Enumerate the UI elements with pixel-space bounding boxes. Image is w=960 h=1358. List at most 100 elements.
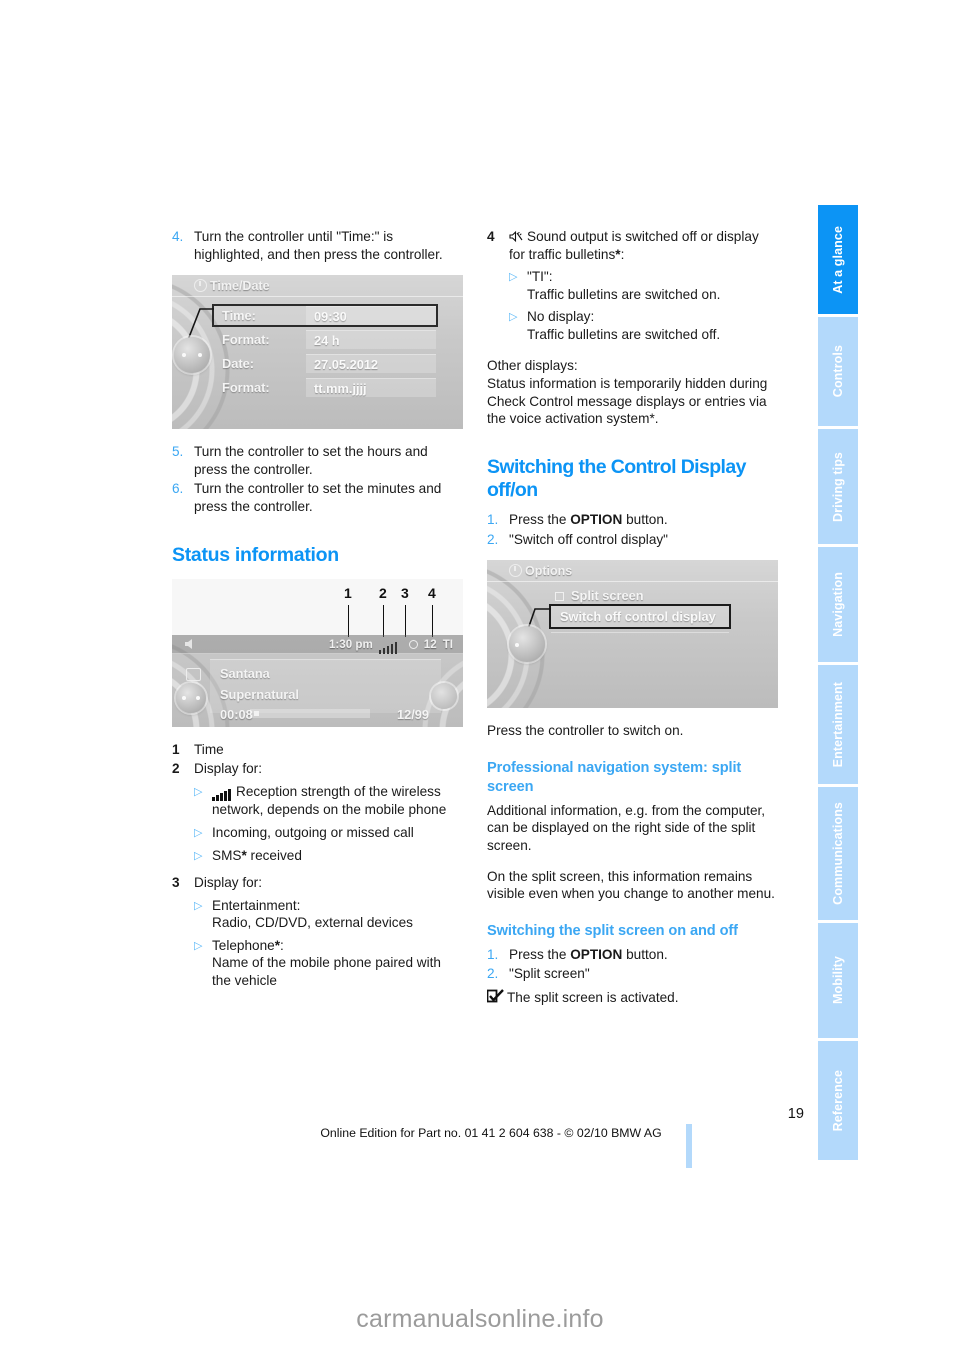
split-step-1-number: 1. <box>487 946 499 962</box>
prof-nav-paragraph-2: On the split screen, this information re… <box>487 868 775 902</box>
legend-2-bullet-1-text: Reception strength of the wireless netwo… <box>212 783 447 818</box>
triangle-bullet-icon: ▷ <box>194 785 203 798</box>
option-button-label: OPTION <box>570 511 623 527</box>
option-button-label-2: OPTION <box>570 946 623 962</box>
triangle-bullet-icon: ▷ <box>194 899 203 912</box>
step-5-text: Turn the controller to set the hours and… <box>194 444 428 477</box>
figure-time-date: Time/Date Time: 09:30 Format: 24 h Date:… <box>172 275 463 430</box>
split-step-2-number: 2. <box>487 966 499 982</box>
legend-2-number: 2 <box>172 761 180 777</box>
split-step-2: 2. "Split screen" <box>487 965 778 983</box>
idrive-controller-knob <box>174 337 210 374</box>
legend-2-bullet-1: ▷ Reception strength of the wireless net… <box>194 783 463 819</box>
callout-2: 2 <box>379 584 387 601</box>
legend-1-text: Time <box>194 741 224 757</box>
callout-tick-4 <box>432 604 434 637</box>
footer-edition-line: Online Edition for Part no. 01 41 2 604 … <box>320 1126 662 1140</box>
status-album: Supernatural <box>220 686 299 702</box>
legend-3-bullet-1: ▷ Entertainment: Radio, CD/DVD, external … <box>194 897 413 931</box>
step-4-number: 4. <box>172 229 184 244</box>
heading-status-information: Status information <box>172 543 339 566</box>
signal-bars-icon-inline <box>212 784 232 802</box>
switch-display-step-1: 1. Press the OPTION button. <box>487 511 778 529</box>
triangle-bullet-icon: ▷ <box>194 849 203 862</box>
page-footer: 19 Online Edition for Part no. 01 41 2 6… <box>172 1106 818 1140</box>
step-4: 4. Turn the controller until "Time:" is … <box>172 228 463 263</box>
split-step-1: 1. Press the OPTION button. <box>487 946 778 964</box>
legend-item-1: 1 Time <box>172 741 463 759</box>
step-6: 6. Turn the controller to set the minute… <box>172 480 463 515</box>
legend-2-bullet-2: ▷ Incoming, outgoing or missed call <box>194 824 463 842</box>
legend-item-4: 4 Sound output is switched off or displa… <box>487 229 759 262</box>
right-column: 4 Sound output is switched off or displa… <box>486 228 778 1008</box>
figure-status-numbers: 1 2 3 4 <box>172 585 463 603</box>
legend-item-3: 3 Display for: <box>172 874 463 892</box>
callout-tick-3 <box>405 604 407 637</box>
legend-4-number: 4 <box>487 229 495 244</box>
switch-display-step-1-number: 1. <box>487 511 499 527</box>
split-result-row: The split screen is activated. <box>486 989 778 1008</box>
sidebar-tab-entertainment[interactable]: Entertainment <box>818 665 858 787</box>
legend-2-bullet-2-text: Incoming, outgoing or missed call <box>212 824 414 840</box>
step-5: 5. Turn the controller to set the hours … <box>172 443 463 478</box>
callout-4: 4 <box>428 584 436 601</box>
sidebar-tab-at-a-glance[interactable]: At a glance <box>818 205 858 317</box>
step-5-number: 5. <box>172 444 184 460</box>
sidebar-tab-driving-tips[interactable]: Driving tips <box>818 429 858 547</box>
legend-3-text: Display for: <box>194 874 262 890</box>
idrive-side-button <box>431 682 457 709</box>
legend-item-2: 2 Display for: <box>172 760 463 778</box>
status-legend-list: 1 Time 2 Display for: ▷ Reception streng… <box>172 741 463 990</box>
audio-source-icon <box>185 638 192 649</box>
left-column: 4. Turn the controller until "Time:" is … <box>172 228 463 990</box>
status-track: 12/99 <box>396 706 429 722</box>
sidebar-tab-reference[interactable]: Reference <box>818 1041 858 1160</box>
other-displays-label: Other displays: <box>487 357 578 373</box>
legend-4-bullet-2: ▷ No display: Traffic bulletins are switc… <box>509 309 721 342</box>
switch-display-step-1-post: button. <box>622 511 668 527</box>
heading-professional-navigation: Professional navigation system: split sc… <box>487 759 742 795</box>
status-elapsed: 00:08 <box>220 706 253 722</box>
split-step-1-post: button. <box>622 946 668 962</box>
status-time: 1:30 pm <box>328 637 373 651</box>
checkmark-box-icon <box>486 989 507 1008</box>
sidebar-tab-communications[interactable]: Communications <box>818 787 858 923</box>
press-controller-text: Press the controller to switch on. <box>487 723 684 739</box>
callout-1: 1 <box>344 584 352 601</box>
legend-1-number: 1 <box>172 741 180 757</box>
triangle-bullet-icon: ▷ <box>509 271 518 284</box>
split-step-2-text: "Split screen" <box>509 966 590 982</box>
status-disc-number: 12 <box>423 637 437 651</box>
callout-tick-2 <box>383 604 385 637</box>
status-artist: Santana <box>220 665 270 681</box>
callout-tick-1 <box>348 604 350 637</box>
sidebar-tab-mobility[interactable]: Mobility <box>818 923 858 1041</box>
switch-display-step-2-text: "Switch off control display" <box>509 531 669 547</box>
mute-speaker-icon <box>509 230 523 243</box>
sidebar-tab-controls[interactable]: Controls <box>818 317 858 429</box>
sidebar-tab-navigation[interactable]: Navigation <box>818 547 858 665</box>
split-step-1-pre: Press the <box>509 946 571 962</box>
status-ti: TI <box>442 637 453 651</box>
watermark: carmanualsonline.info <box>356 1305 604 1333</box>
step-6-number: 6. <box>172 481 184 497</box>
legend-3-number: 3 <box>172 874 180 890</box>
switch-display-step-1-pre: Press the <box>509 511 571 527</box>
subheading-switching-split-screen: Switching the split screen on and off <box>487 922 738 939</box>
switch-display-step-2: 2. "Switch off control display" <box>487 531 778 549</box>
switch-display-step-2-number: 2. <box>487 531 499 547</box>
heading-switching-control-display: Switching the Control Display off/on <box>487 455 746 501</box>
figure-status-information: 1 2 3 4 1:30 pm 12 TI Santana Supernatur… <box>172 578 463 727</box>
step-6-text: Turn the controller to set the minutes a… <box>194 481 442 514</box>
legend-4-bullet-1: ▷ "TI": Traffic bulletins are switched on… <box>509 269 721 302</box>
page-number: 19 <box>787 1106 804 1122</box>
callout-3: 3 <box>401 584 409 601</box>
chapter-tab-strip: At a glance Controls Driving tips Naviga… <box>818 205 858 1163</box>
idrive-controller-knob-3 <box>509 626 545 663</box>
other-displays-text: Status information is temporarily hidden… <box>487 376 768 427</box>
status-progress-bar <box>250 708 370 718</box>
triangle-bullet-icon: ▷ <box>194 826 203 839</box>
figure-options-menu: Options Split screen Switch off control … <box>487 560 778 709</box>
legend-2-bullet-3: ▷ SMS* received <box>194 847 302 863</box>
figure-time-leader-line <box>185 308 214 346</box>
